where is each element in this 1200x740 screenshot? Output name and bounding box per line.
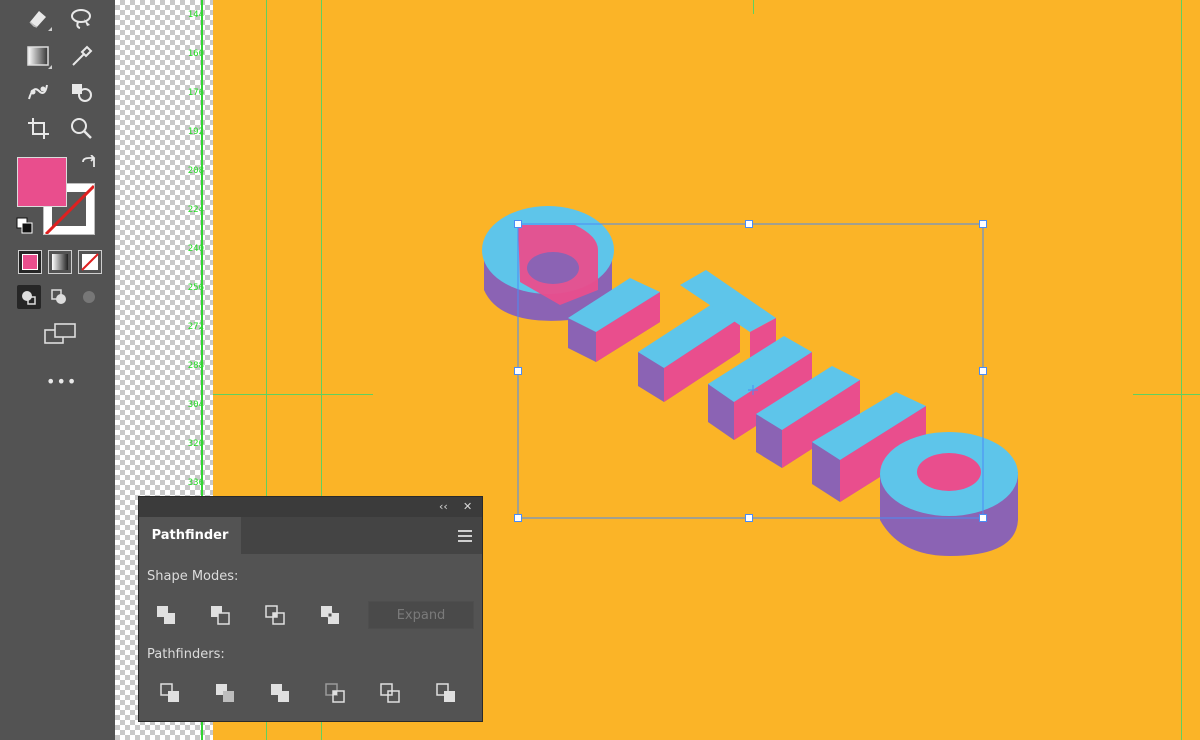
resize-handle (979, 367, 987, 375)
pathfinders-label: Pathfinders: (147, 647, 225, 662)
eraser-tool[interactable] (23, 4, 53, 32)
resize-handle (979, 514, 987, 522)
shape-builder-tool[interactable] (66, 78, 96, 106)
panel-menu-icon[interactable] (458, 530, 472, 542)
resize-handle (745, 514, 753, 522)
more-tools-button[interactable]: ••• (46, 372, 77, 391)
intersect-icon (265, 605, 285, 625)
draw-normal-button[interactable] (17, 285, 41, 309)
minus-back-button[interactable] (431, 680, 461, 706)
exclude-button[interactable] (315, 602, 345, 628)
expand-button[interactable]: Expand (368, 601, 474, 629)
puppet-warp-icon (28, 84, 48, 100)
shape-modes-label: Shape Modes: (147, 569, 239, 584)
minus-front-button[interactable] (205, 602, 235, 628)
collapse-panel-button[interactable]: ‹‹ (439, 500, 448, 514)
merge-button[interactable] (265, 680, 295, 706)
resize-handle (514, 514, 522, 522)
lasso-icon (71, 9, 91, 29)
resize-handle (514, 367, 522, 375)
unite-button[interactable] (151, 602, 181, 628)
none-icon (81, 253, 99, 271)
draw-normal-icon (22, 291, 36, 305)
panel-titlebar[interactable]: ‹‹ ✕ (139, 497, 482, 517)
artboard-tool[interactable] (23, 114, 53, 142)
minus-back-icon (436, 683, 455, 702)
divide-button[interactable] (155, 680, 185, 706)
draw-inside-button[interactable] (77, 285, 101, 309)
resize-handle (745, 220, 753, 228)
close-panel-button[interactable]: ✕ (463, 500, 472, 514)
color-mode-button[interactable] (18, 250, 42, 274)
zoom-tool[interactable] (66, 114, 96, 142)
tools-panel: ••• (0, 0, 115, 740)
draw-behind-icon (51, 289, 66, 304)
resize-handle (514, 220, 522, 228)
puppet-warp-tool[interactable] (23, 78, 53, 106)
default-colors-icon[interactable] (16, 217, 34, 235)
divide-icon (160, 683, 179, 702)
fill-swatch[interactable] (17, 157, 67, 207)
none-mode-button[interactable] (78, 250, 102, 274)
screen-mode-icon (44, 323, 76, 344)
minus-front-icon (211, 606, 230, 625)
panel-tab-strip: Pathfinder (139, 517, 482, 554)
resize-handle (979, 220, 987, 228)
exclude-icon (321, 606, 339, 624)
unite-icon (157, 606, 175, 624)
eyedropper-tool[interactable] (66, 42, 96, 70)
shape-builder-icon (72, 84, 92, 102)
pathfinder-panel: ‹‹ ✕ Pathfinder Shape Modes: Expand Path… (138, 496, 483, 722)
intersect-button[interactable] (260, 602, 290, 628)
crop-icon (325, 683, 345, 703)
outline-button[interactable] (375, 680, 405, 706)
crop-button[interactable] (320, 680, 350, 706)
gradient-tool[interactable] (23, 42, 53, 70)
draw-inside-icon (83, 291, 95, 303)
artboard-icon (28, 118, 49, 139)
trim-button[interactable] (210, 680, 240, 706)
merge-icon (271, 684, 289, 702)
swap-colors-icon[interactable] (80, 154, 98, 173)
gradient-mode-button[interactable] (48, 250, 72, 274)
eyedropper-icon (72, 45, 93, 66)
draw-behind-button[interactable] (47, 285, 71, 309)
zoom-icon (71, 118, 92, 139)
tab-pathfinder[interactable]: Pathfinder (139, 517, 241, 554)
outline-icon (380, 683, 400, 703)
letter-o[interactable] (880, 432, 1018, 556)
trim-icon (216, 684, 234, 702)
lasso-tool[interactable] (66, 4, 96, 32)
screen-mode-button[interactable] (43, 322, 77, 346)
